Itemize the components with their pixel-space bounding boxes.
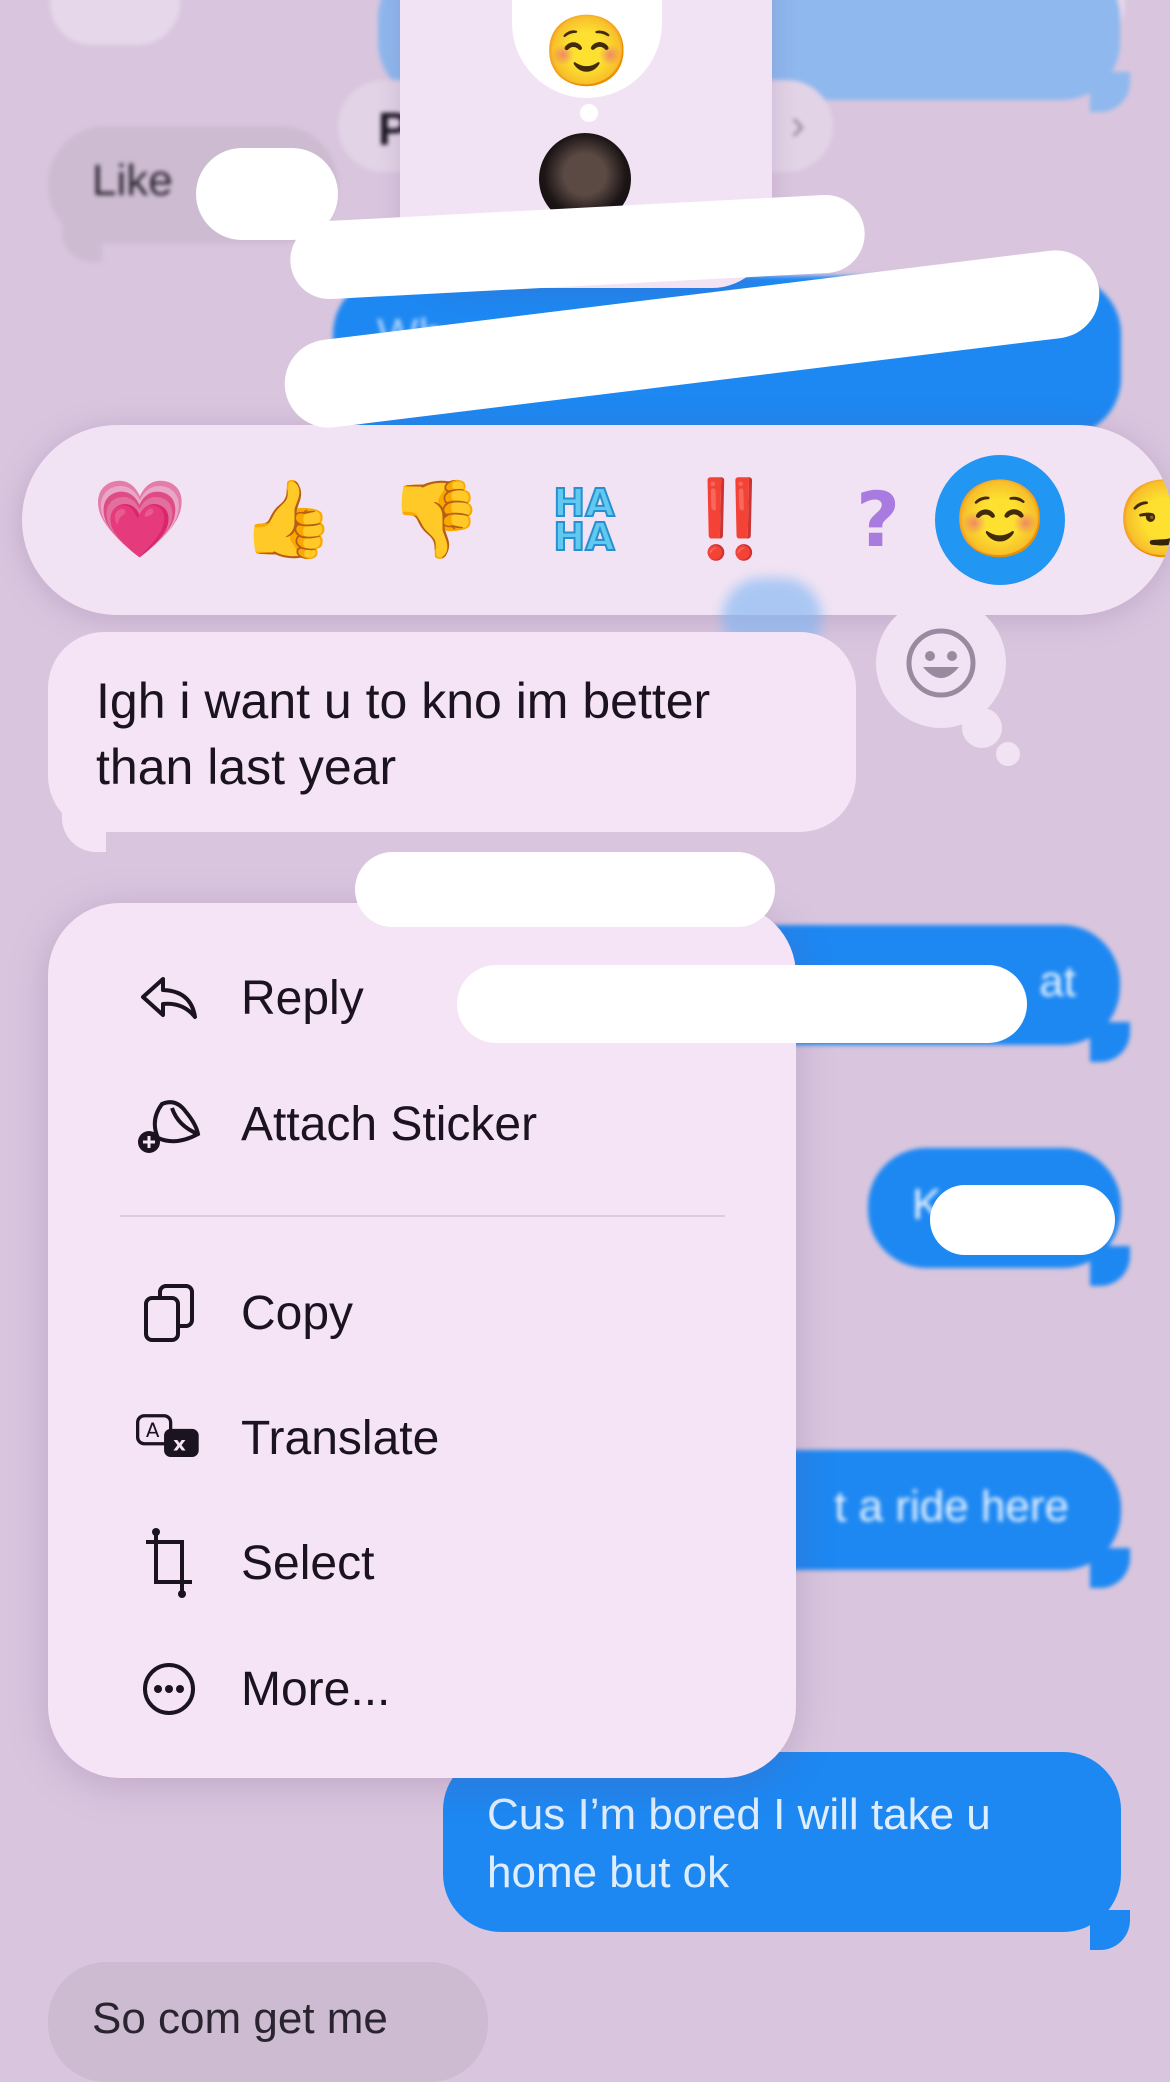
ellipsis-circle-icon: [136, 1656, 202, 1722]
svg-text:A: A: [146, 1419, 160, 1442]
chevron-right-icon: ›: [790, 100, 805, 149]
message-bubble-incoming[interactable]: So com get me: [48, 1962, 488, 2082]
menu-label: Reply: [241, 971, 364, 1025]
reaction-preview-bubble: ☺️: [512, 0, 662, 98]
smirk-reaction-icon[interactable]: 😏: [1104, 460, 1170, 580]
sticker-icon: [136, 1091, 202, 1157]
redaction-scribble: [355, 852, 775, 927]
menu-label: Select: [241, 1536, 375, 1590]
message-text: Cus I’m bored I will take u home but ok: [487, 1790, 991, 1897]
crop-select-icon: [136, 1528, 202, 1598]
selected-message-bubble[interactable]: Igh i want u to kno im better than last …: [48, 632, 856, 832]
menu-item-select[interactable]: Select: [48, 1508, 796, 1618]
message-text: Like: [92, 156, 173, 205]
menu-label: More...: [241, 1662, 391, 1716]
copy-icon: [136, 1280, 202, 1346]
smiling-blush-reaction-icon[interactable]: ☺️: [935, 455, 1065, 585]
question-reaction-icon[interactable]: ?: [818, 460, 938, 580]
menu-divider: [120, 1215, 725, 1217]
menu-item-more[interactable]: More...: [48, 1634, 796, 1744]
menu-label: Translate: [241, 1411, 440, 1465]
picker-dot: [962, 708, 1002, 748]
picker-dot: [996, 742, 1020, 766]
message-text: t a ride here: [834, 1482, 1069, 1531]
heart-reaction-icon[interactable]: 💗: [80, 460, 200, 580]
menu-item-copy[interactable]: Copy: [48, 1258, 796, 1368]
redaction-scribble: [457, 965, 1027, 1043]
reply-icon: [136, 965, 202, 1031]
menu-item-translate[interactable]: Ax Translate: [48, 1383, 796, 1493]
message-text: at: [1039, 957, 1076, 1006]
menu-item-attach-sticker[interactable]: Attach Sticker: [48, 1069, 796, 1179]
message-text: So com get me: [92, 1994, 388, 2043]
back-button[interactable]: [50, 0, 180, 45]
redaction-scribble: [930, 1185, 1115, 1255]
smiley-add-icon: [906, 628, 976, 698]
tapback-reaction-bar: 💗 👍 👎 HA HA ‼️ ? ☺️ 😏: [22, 425, 1170, 615]
translate-icon: Ax: [136, 1405, 202, 1471]
haha-reaction-icon[interactable]: HA HA: [524, 460, 644, 580]
thumbs-down-reaction-icon[interactable]: 👎: [376, 460, 496, 580]
smiling-blush-icon: ☺️: [543, 12, 631, 90]
svg-text:x: x: [173, 1432, 186, 1455]
menu-label: Copy: [241, 1286, 354, 1340]
message-bubble-outgoing[interactable]: Cus I’m bored I will take u home but ok: [443, 1752, 1121, 1932]
selected-message-text: Igh i want u to kno im better than last …: [96, 673, 711, 795]
thumbs-up-reaction-icon[interactable]: 👍: [228, 460, 348, 580]
exclamation-reaction-icon[interactable]: ‼️: [670, 460, 790, 580]
menu-label: Attach Sticker: [241, 1097, 538, 1151]
